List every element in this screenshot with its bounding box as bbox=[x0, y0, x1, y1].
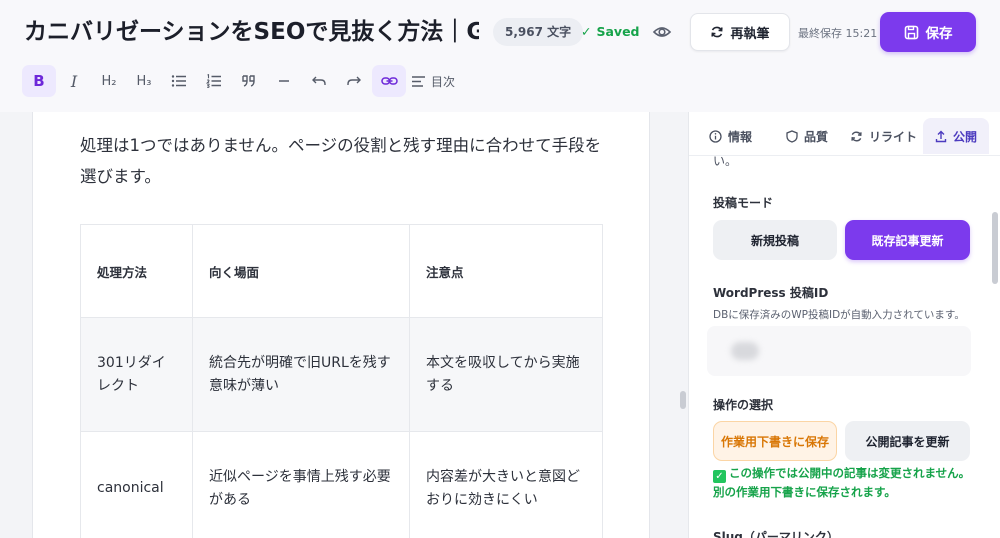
slug-label: Slug（パーマリンク） bbox=[713, 530, 839, 538]
tab-label: リライト bbox=[869, 129, 918, 144]
update-published-button[interactable]: 公開記事を更新 bbox=[845, 421, 970, 461]
comparison-table: 処理方法 向く場面 注意点 301リダイレクト 統合先が明確で旧URLを残す意味… bbox=[80, 224, 603, 538]
editor-header: カニバリゼーションをSEOで見抜く方法｜GSC 5,967 文字 ✓ Saved … bbox=[0, 0, 1000, 112]
truncated-help-text: い。 bbox=[713, 154, 738, 168]
rewrite-button[interactable]: 再執筆 bbox=[690, 13, 790, 51]
side-panel-scrollbar[interactable] bbox=[992, 212, 998, 284]
side-panel-tabs: 情報 品質 リライト 公開 bbox=[689, 112, 1000, 156]
tab-rewrite[interactable]: リライト bbox=[850, 118, 917, 154]
table-header-cell[interactable]: 向く場面 bbox=[192, 224, 410, 318]
table-header-cell[interactable]: 注意点 bbox=[409, 224, 603, 318]
tab-label: 公開 bbox=[953, 129, 978, 144]
action-select-label: 操作の選択 bbox=[713, 398, 774, 412]
refresh-icon bbox=[711, 26, 724, 38]
tab-label: 品質 bbox=[804, 129, 829, 144]
table-header-cell[interactable]: 処理方法 bbox=[80, 224, 193, 318]
refresh-icon bbox=[851, 131, 862, 141]
operation-note: ✓ この操作では公開中の記事は変更されません。別の作業用下書きに保存されます。 bbox=[713, 464, 975, 502]
link-icon[interactable] bbox=[372, 65, 406, 97]
checkbox-icon: ✓ bbox=[713, 470, 726, 483]
table-cell[interactable]: 内容差が大きいと意図どおりに効きにくい bbox=[409, 431, 603, 538]
redo-icon[interactable] bbox=[337, 65, 371, 97]
wp-post-id-label: WordPress 投稿ID bbox=[713, 286, 829, 300]
check-icon: ✓ bbox=[581, 24, 592, 39]
undo-icon[interactable] bbox=[302, 65, 336, 97]
wp-post-id-value bbox=[731, 342, 759, 360]
table-cell[interactable]: 301リダイレクト bbox=[80, 317, 193, 432]
table-cell[interactable]: 統合先が明確で旧URLを残す意味が薄い bbox=[192, 317, 410, 432]
operation-note-text: この操作では公開中の記事は変更されません。別の作業用下書きに保存されます。 bbox=[713, 466, 971, 499]
save-label: 保存 bbox=[925, 26, 953, 42]
table-cell[interactable]: canonical bbox=[80, 431, 193, 538]
saved-label: Saved bbox=[596, 24, 640, 39]
horizontal-rule-icon[interactable] bbox=[267, 65, 301, 97]
formatting-toolbar: B I H₂ H₃ 目次 bbox=[22, 64, 455, 98]
bold-button[interactable]: B bbox=[22, 65, 56, 97]
panel-resize-handle[interactable] bbox=[680, 391, 686, 409]
numbered-list-icon[interactable] bbox=[197, 65, 231, 97]
body-paragraph[interactable]: 処理は1つではありません。ページの役割と残す理由に合わせて手段を選びます。 bbox=[80, 130, 610, 192]
tab-label: 情報 bbox=[728, 129, 753, 144]
update-existing-post-button[interactable]: 既存記事更新 bbox=[845, 220, 970, 260]
saved-status: ✓ Saved bbox=[581, 22, 640, 42]
table-row: canonical 近似ページを事情上残す必要がある 内容差が大きいと意図どおり… bbox=[80, 431, 603, 538]
table-cell[interactable]: 近似ページを事情上残す必要がある bbox=[192, 431, 410, 538]
tab-publish[interactable]: 公開 bbox=[923, 118, 990, 154]
heading-3-button[interactable]: H₃ bbox=[127, 65, 161, 97]
floppy-disk-icon bbox=[904, 25, 918, 39]
article-title[interactable]: カニバリゼーションをSEOで見抜く方法｜GSC bbox=[24, 14, 479, 50]
save-draft-button[interactable]: 作業用下書きに保存 bbox=[713, 421, 837, 461]
new-post-button[interactable]: 新規投稿 bbox=[713, 220, 837, 260]
info-icon bbox=[709, 129, 722, 143]
preview-eye-icon[interactable] bbox=[652, 22, 672, 42]
shield-icon bbox=[786, 129, 798, 143]
italic-button[interactable]: I bbox=[57, 65, 91, 97]
tab-info[interactable]: 情報 bbox=[709, 118, 752, 154]
tab-quality[interactable]: 品質 bbox=[786, 118, 828, 154]
word-count-badge: 5,967 文字 bbox=[493, 18, 584, 46]
rewrite-label: 再執筆 bbox=[730, 26, 770, 42]
toc-button[interactable]: 目次 bbox=[411, 73, 455, 90]
wp-post-id-help: DBに保存済みのWP投稿IDが自動入力されています。 bbox=[713, 309, 965, 321]
toc-icon bbox=[412, 75, 425, 87]
heading-2-button[interactable]: H₂ bbox=[92, 65, 126, 97]
table-header-row: 処理方法 向く場面 注意点 bbox=[80, 224, 603, 318]
upload-icon bbox=[935, 130, 947, 142]
post-mode-label: 投稿モード bbox=[713, 196, 774, 210]
table-cell[interactable]: 本文を吸収してから実施する bbox=[409, 317, 603, 432]
table-row: 301リダイレクト 統合先が明確で旧URLを残す意味が薄い 本文を吸収してから実… bbox=[80, 317, 603, 432]
side-panel: 情報 品質 リライト 公開 い。 投稿モード 新規投稿 既存記事更新 WordP… bbox=[688, 112, 1000, 538]
last-saved-time: 最終保存 15:21 bbox=[798, 27, 878, 40]
quote-icon[interactable] bbox=[232, 65, 266, 97]
editor-canvas[interactable]: 処理は1つではありません。ページの役割と残す理由に合わせて手段を選びます。 処理… bbox=[32, 112, 650, 538]
toc-label: 目次 bbox=[431, 74, 456, 89]
bullet-list-icon[interactable] bbox=[162, 65, 196, 97]
save-button[interactable]: 保存 bbox=[880, 12, 976, 52]
